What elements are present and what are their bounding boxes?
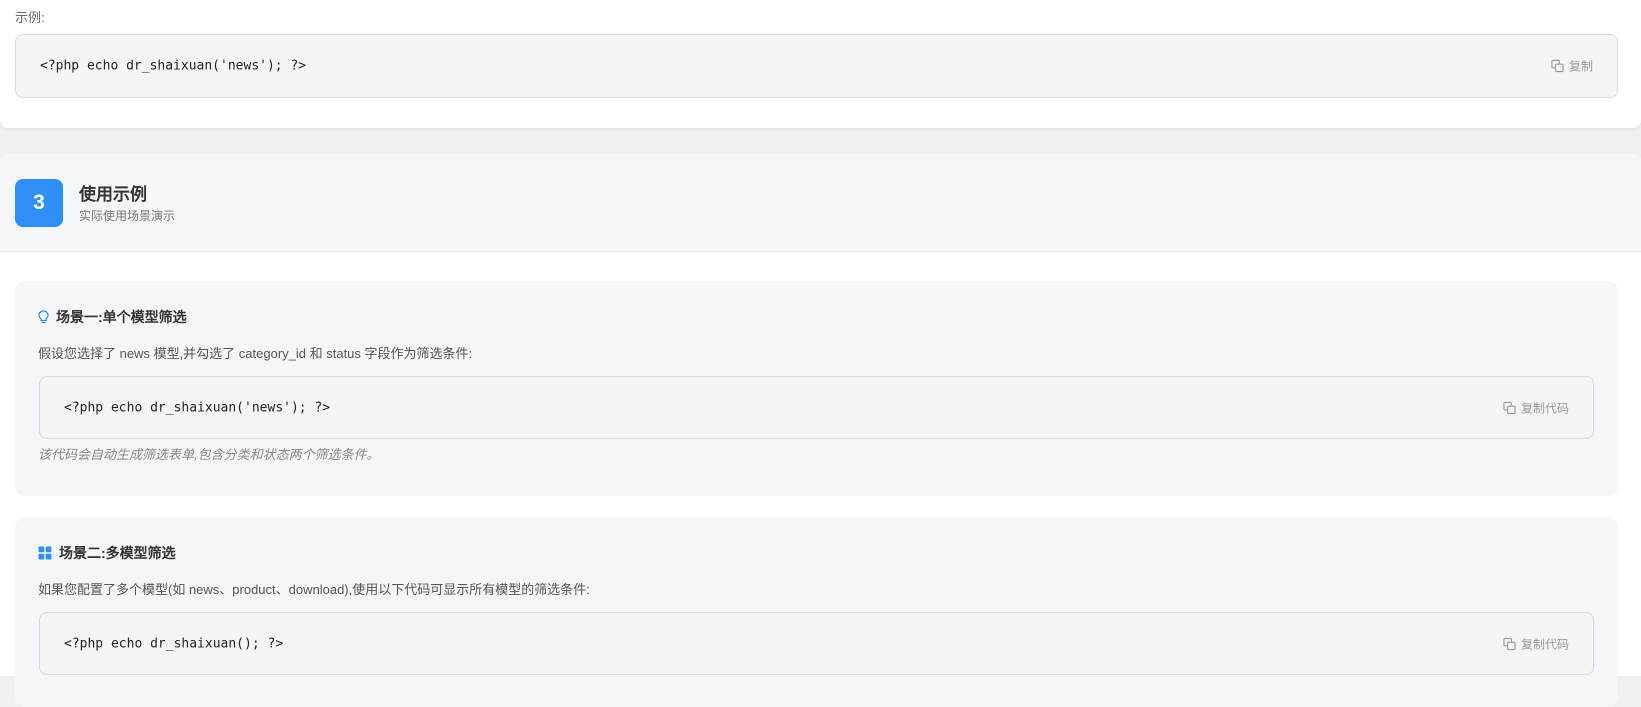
copy-code-button-1[interactable]: 复制代码 (1503, 399, 1569, 416)
lightbulb-icon (38, 310, 49, 324)
example-label: 示例: (15, 10, 45, 25)
example-code-block: <?php echo dr_shaixuan('news'); ?> 复制 (15, 34, 1618, 98)
section-header: 3 使用示例 实际使用场景演示 (0, 154, 1641, 252)
scenario-card-2: 场景二:多模型筛选 如果您配置了多个模型(如 news、product、down… (15, 517, 1618, 707)
scenario-card-1: 场景一:单个模型筛选 假设您选择了 news 模型,并勾选了 category_… (15, 281, 1618, 496)
grid-icon (38, 546, 52, 560)
copy-code-button-1-label: 复制代码 (1520, 401, 1569, 415)
scenario-title-1-text: 场景一:单个模型筛选 (56, 309, 187, 325)
section-title: 使用示例 (79, 185, 147, 204)
scenario-title-2-text: 场景二:多模型筛选 (59, 545, 176, 561)
scenario-code-block-1: <?php echo dr_shaixuan('news'); ?> 复制代码 (39, 376, 1594, 439)
copy-icon (1503, 401, 1516, 414)
scenario-desc-1: 假设您选择了 news 模型,并勾选了 category_id 和 status… (38, 346, 473, 361)
scenario-code-block-2: <?php echo dr_shaixuan(); ?> 复制代码 (39, 612, 1594, 675)
copy-icon (1503, 637, 1516, 650)
copy-icon (1551, 59, 1564, 73)
scenario-code-text-1: <?php echo dr_shaixuan('news'); ?> (64, 400, 331, 415)
scenario-title-2: 场景二:多模型筛选 (38, 543, 176, 563)
scenario-code-text-2: <?php echo dr_shaixuan(); ?> (64, 636, 284, 651)
example-code-text: <?php echo dr_shaixuan('news'); ?> (40, 58, 307, 74)
scenario-desc-2: 如果您配置了多个模型(如 news、product、download),使用以下… (38, 582, 590, 597)
scenario-title-1: 场景一:单个模型筛选 (38, 307, 187, 327)
copy-button-label: 复制 (1568, 59, 1593, 74)
step-number-badge: 3 (15, 179, 63, 227)
copy-code-button-2-label: 复制代码 (1520, 637, 1569, 651)
copy-button[interactable]: 复制 (1551, 58, 1593, 75)
section-body: 场景一:单个模型筛选 假设您选择了 news 模型,并勾选了 category_… (0, 252, 1641, 707)
example-card: 示例: <?php echo dr_shaixuan('news'); ?> 复… (0, 0, 1641, 128)
copy-code-button-2[interactable]: 复制代码 (1503, 635, 1569, 652)
scenario-note-1: 该代码会自动生成筛选表单,包含分类和状态两个筛选条件。 (38, 447, 380, 462)
section-subtitle: 实际使用场景演示 (79, 209, 176, 223)
